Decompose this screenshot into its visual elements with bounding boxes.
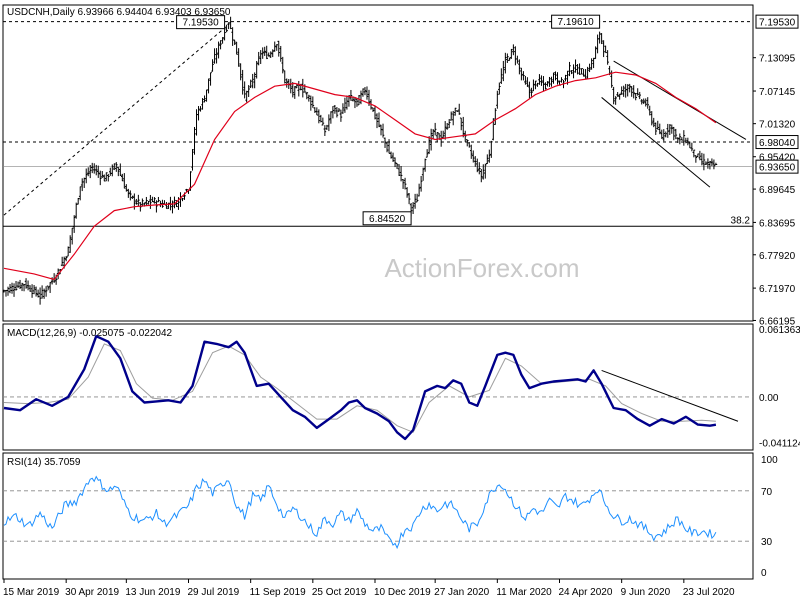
rsi-ytick-label: 0	[761, 568, 767, 579]
fib-level-label: 38.2	[731, 215, 751, 226]
rsi-ytick-label: 70	[761, 487, 773, 498]
xtick-label: 11 Sep 2019	[250, 587, 306, 598]
annotation-label-2: 6.84520	[369, 214, 406, 225]
xtick-label: 25 Oct 2019	[312, 587, 367, 598]
annotation-label-1: 7.19610	[558, 17, 595, 28]
rsi-header: RSI(14) 35.7059	[7, 457, 81, 468]
macd-header: MACD(12,26,9) -0.025075 -0.022042	[7, 328, 173, 339]
watermark-text: ActionForex.com	[384, 253, 579, 283]
right-price-label-0: 7.19530	[759, 18, 796, 29]
price-ytick-label: 6.89645	[759, 185, 796, 196]
usdcnh-daily-chart: ActionForex.com USDCNH,Daily 6.93966 6.9…	[0, 0, 800, 600]
macd-panel-frame	[2, 323, 754, 451]
xtick-label: 11 Mar 2020	[496, 587, 552, 598]
right-price-label-2: 6.93650	[759, 163, 796, 174]
xtick-label: 10 Dec 2019	[374, 587, 431, 598]
chart-svg: ActionForex.com USDCNH,Daily 6.93966 6.9…	[2, 4, 800, 598]
annotation-label-0: 7.19530	[183, 18, 220, 29]
right-price-label-1: 6.98040	[759, 138, 796, 149]
macd-ytick-label: -0.041124	[759, 438, 800, 449]
price-ytick-label: 6.71970	[759, 284, 796, 295]
rsi-ytick-label: 30	[761, 537, 773, 548]
price-ytick-label: 6.77920	[759, 251, 796, 262]
price-ytick-label: 7.07145	[759, 87, 796, 98]
price-panel-frame	[2, 4, 754, 322]
macd-ytick-label: 0.061363	[759, 325, 800, 336]
xtick-label: 15 Mar 2019	[3, 587, 60, 598]
xtick-label: 9 Jun 2020	[621, 587, 671, 598]
xtick-label: 29 Jul 2019	[187, 587, 239, 598]
rsi-ytick-label: 100	[761, 455, 778, 466]
xtick-label: 24 Apr 2020	[558, 587, 612, 598]
xtick-label: 27 Jan 2020	[434, 587, 489, 598]
price-ytick-label: 7.01320	[759, 120, 796, 131]
xtick-label: 30 Apr 2019	[65, 587, 119, 598]
rsi-panel-frame	[2, 452, 754, 580]
price-ytick-label: 6.83695	[759, 218, 796, 229]
price-ytick-label: 7.13095	[759, 54, 796, 65]
xtick-label: 23 Jul 2020	[683, 587, 735, 598]
xtick-label: 13 Jun 2019	[125, 587, 180, 598]
macd-ytick-label: 0.00	[759, 393, 779, 404]
